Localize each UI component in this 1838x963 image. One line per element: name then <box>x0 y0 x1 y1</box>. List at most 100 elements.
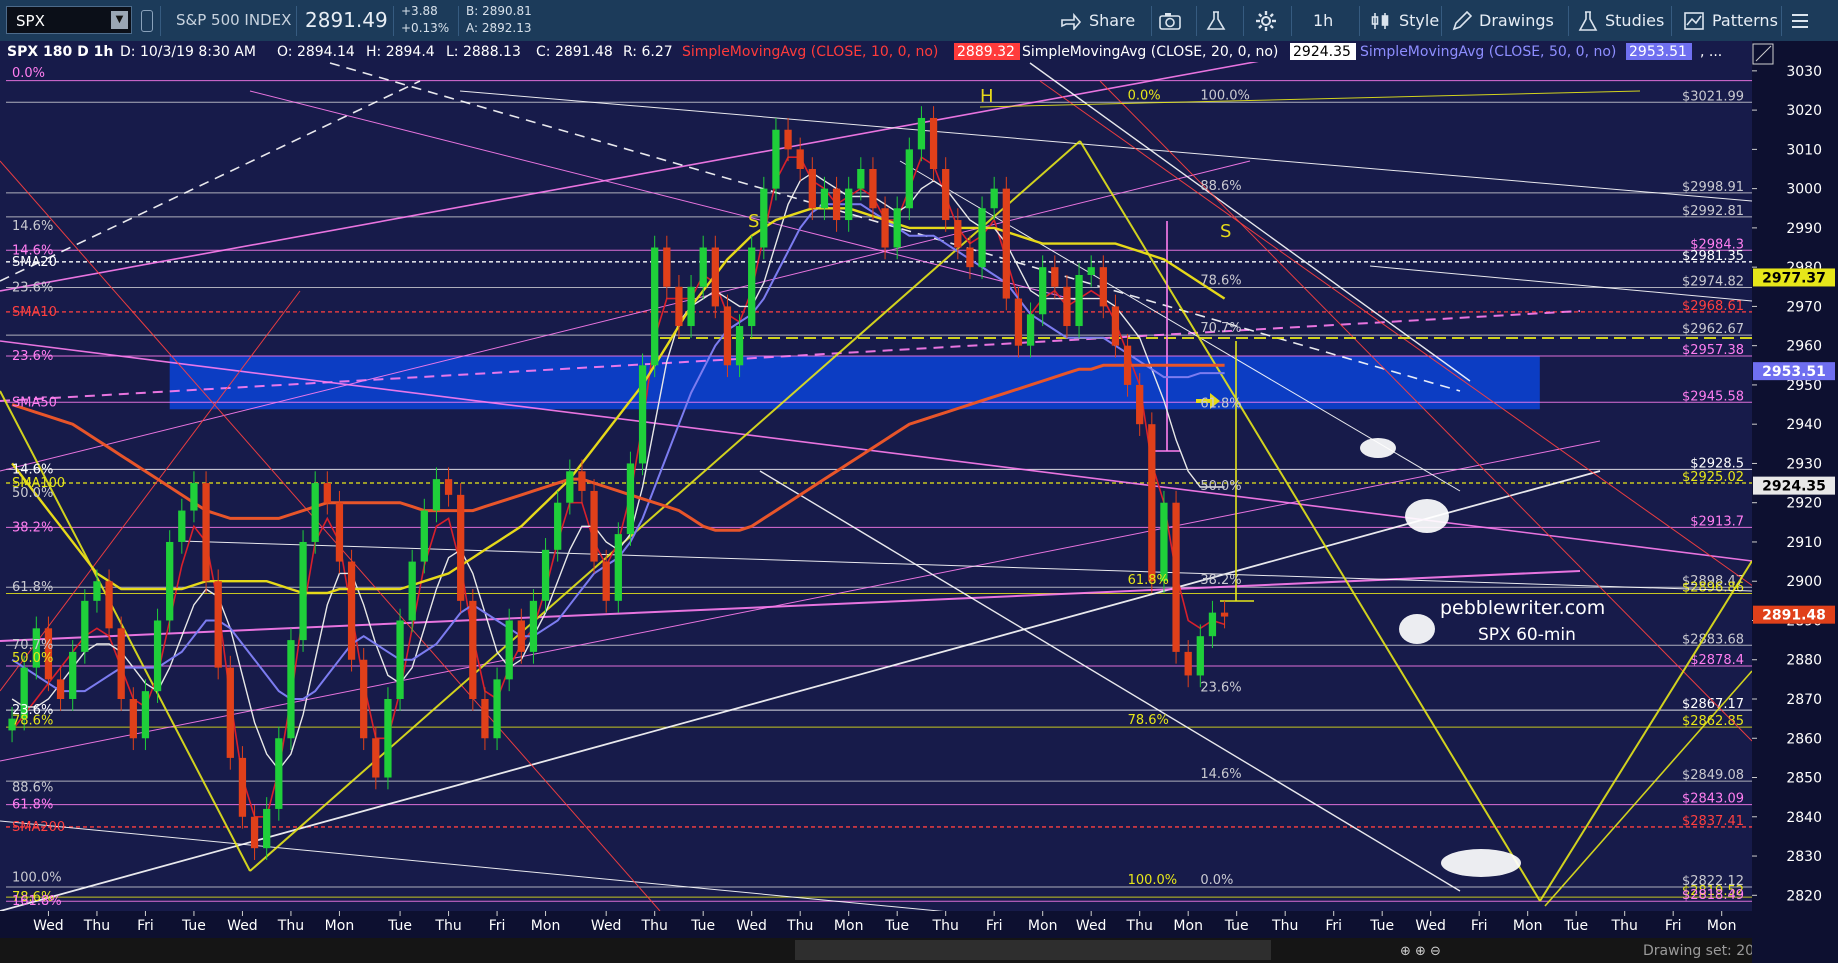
x-tick-label: Thu <box>786 918 813 934</box>
x-tick-label: Fri <box>986 918 1003 934</box>
candle-body <box>566 471 574 503</box>
settings-button[interactable] <box>1255 0 1277 41</box>
level-label: $2925.02 <box>1682 470 1744 485</box>
y-tick-label: 2960 <box>1786 339 1822 355</box>
highlight-oval <box>1360 438 1396 458</box>
fib-label: 38.2% <box>12 520 53 535</box>
candle-body <box>408 561 416 621</box>
camera-icon <box>1159 12 1181 30</box>
candle-body <box>1063 286 1071 327</box>
level-label: $2849.08 <box>1682 768 1744 783</box>
y-tick-label: 2990 <box>1786 221 1822 237</box>
candle-body <box>784 129 792 150</box>
scrollbar-thumb[interactable] <box>795 940 1271 960</box>
link-icon[interactable] <box>141 10 153 32</box>
toolbar-separator <box>1781 6 1782 36</box>
y-tick-label: 2940 <box>1786 417 1822 433</box>
flask-button[interactable] <box>1205 0 1227 41</box>
candle-body <box>505 620 513 680</box>
candle-body <box>966 247 974 268</box>
x-tick-label: Tue <box>181 918 206 934</box>
fib-label: 50.0% <box>12 486 53 501</box>
horizontal-scrollbar[interactable]: ⊕ ⊕ ⊖ Drawing set: 2019-1003 <box>0 938 1813 963</box>
candle-body <box>396 620 404 699</box>
pan-icon[interactable]: ⊕ ⊕ ⊖ <box>1400 944 1441 959</box>
patterns-button[interactable]: Patterns <box>1683 0 1778 41</box>
top-toolbar: SPX ▼ S&P 500 INDEX 2891.49 +3.88 +0.13%… <box>0 0 1838 42</box>
level-label: $2867.17 <box>1682 697 1744 712</box>
x-tick-label: Fri <box>137 918 154 934</box>
y-tick-label: 3010 <box>1786 142 1822 158</box>
candle-body <box>1075 275 1083 327</box>
x-tick-label: Thu <box>1611 918 1638 934</box>
candle-body <box>735 326 744 366</box>
x-tick-label: Wed <box>227 918 258 934</box>
candle-body <box>699 247 707 287</box>
candle-body <box>250 816 259 849</box>
share-button[interactable]: Share <box>1060 0 1135 41</box>
candle-body <box>917 117 926 150</box>
level-label: $2818.49 <box>1682 888 1744 903</box>
sma50-study-value: 2953.51 <box>1629 44 1687 60</box>
menu-button[interactable] <box>1790 0 1810 41</box>
candlestick-icon <box>1371 12 1389 29</box>
candle-body <box>990 188 998 209</box>
x-tick-label: Tue <box>1224 918 1249 934</box>
chart-title: SPX 180 D 1h <box>7 44 113 60</box>
x-tick-label: Wed <box>33 918 64 934</box>
candle-body <box>942 169 950 221</box>
candle-body <box>1208 612 1217 637</box>
candle-body <box>1051 267 1059 287</box>
x-tick-label: Tue <box>884 918 909 934</box>
candle-body <box>638 365 647 464</box>
x-tick-label: Mon <box>1173 918 1203 934</box>
level-label: $2998.91 <box>1682 180 1744 195</box>
style-button[interactable]: Style <box>1370 0 1439 41</box>
symbol-selector[interactable]: SPX ▼ <box>6 6 132 34</box>
y-tick-label: 3020 <box>1786 103 1822 119</box>
sma20-study-label: SimpleMovingAvg (CLOSE, 20, 0, no) <box>1022 44 1278 60</box>
drawings-label: Drawings <box>1479 11 1554 30</box>
candle-body <box>166 541 174 621</box>
left-shoulder-label: S <box>748 211 759 232</box>
candle-body <box>1136 384 1144 425</box>
fib-label: 61.8% <box>1200 396 1241 411</box>
header-range: R: 6.27 <box>623 44 673 60</box>
share-label: Share <box>1089 11 1136 30</box>
candle-body <box>554 502 562 550</box>
chart-background <box>0 41 1838 963</box>
candle-body <box>117 628 125 699</box>
screenshot-button[interactable] <box>1158 0 1182 41</box>
candle-body <box>1196 636 1204 676</box>
x-tick-label: Fri <box>1325 918 1342 934</box>
patterns-label: Patterns <box>1712 11 1778 30</box>
candle-body <box>602 561 610 601</box>
candle-body <box>748 247 756 327</box>
candle-body <box>190 483 198 511</box>
y-tick-label: 2870 <box>1786 692 1822 708</box>
interval-button[interactable]: 1h <box>1313 0 1333 41</box>
fib-label: 100.0% <box>1200 88 1250 103</box>
candle-body <box>129 699 137 739</box>
fib-label: 23.6% <box>12 280 53 295</box>
candle-body <box>1220 612 1229 617</box>
studies-button[interactable]: Studies <box>1578 0 1664 41</box>
right-shoulder-label: S <box>1220 221 1231 242</box>
x-tick-label: Mon <box>1707 918 1737 934</box>
price-axis[interactable]: 2820283028402850286028702880289029002910… <box>1752 41 1838 963</box>
chart-header: SPX 180 D 1h D: 10/3/19 8:30 AM O: 2894.… <box>0 41 1752 62</box>
chevron-down-icon[interactable]: ▼ <box>111 11 128 29</box>
toolbar-separator <box>458 6 459 36</box>
drawings-button[interactable]: Drawings <box>1452 0 1554 41</box>
x-tick-label: Wed <box>736 918 767 934</box>
candle-body <box>69 651 77 699</box>
fib-label: 14.6% <box>12 219 53 234</box>
x-tick-label: Wed <box>1076 918 1107 934</box>
studies-label: Studies <box>1605 11 1665 30</box>
y-tick-label: 2860 <box>1786 731 1822 747</box>
x-tick-label: Thu <box>932 918 959 934</box>
price-chart[interactable]: $3021.99$2998.91$2992.81$2984.3$2981.35$… <box>0 41 1838 963</box>
candle-body <box>444 479 453 495</box>
candle-body <box>347 561 356 660</box>
level-label: $2945.58 <box>1682 389 1744 404</box>
